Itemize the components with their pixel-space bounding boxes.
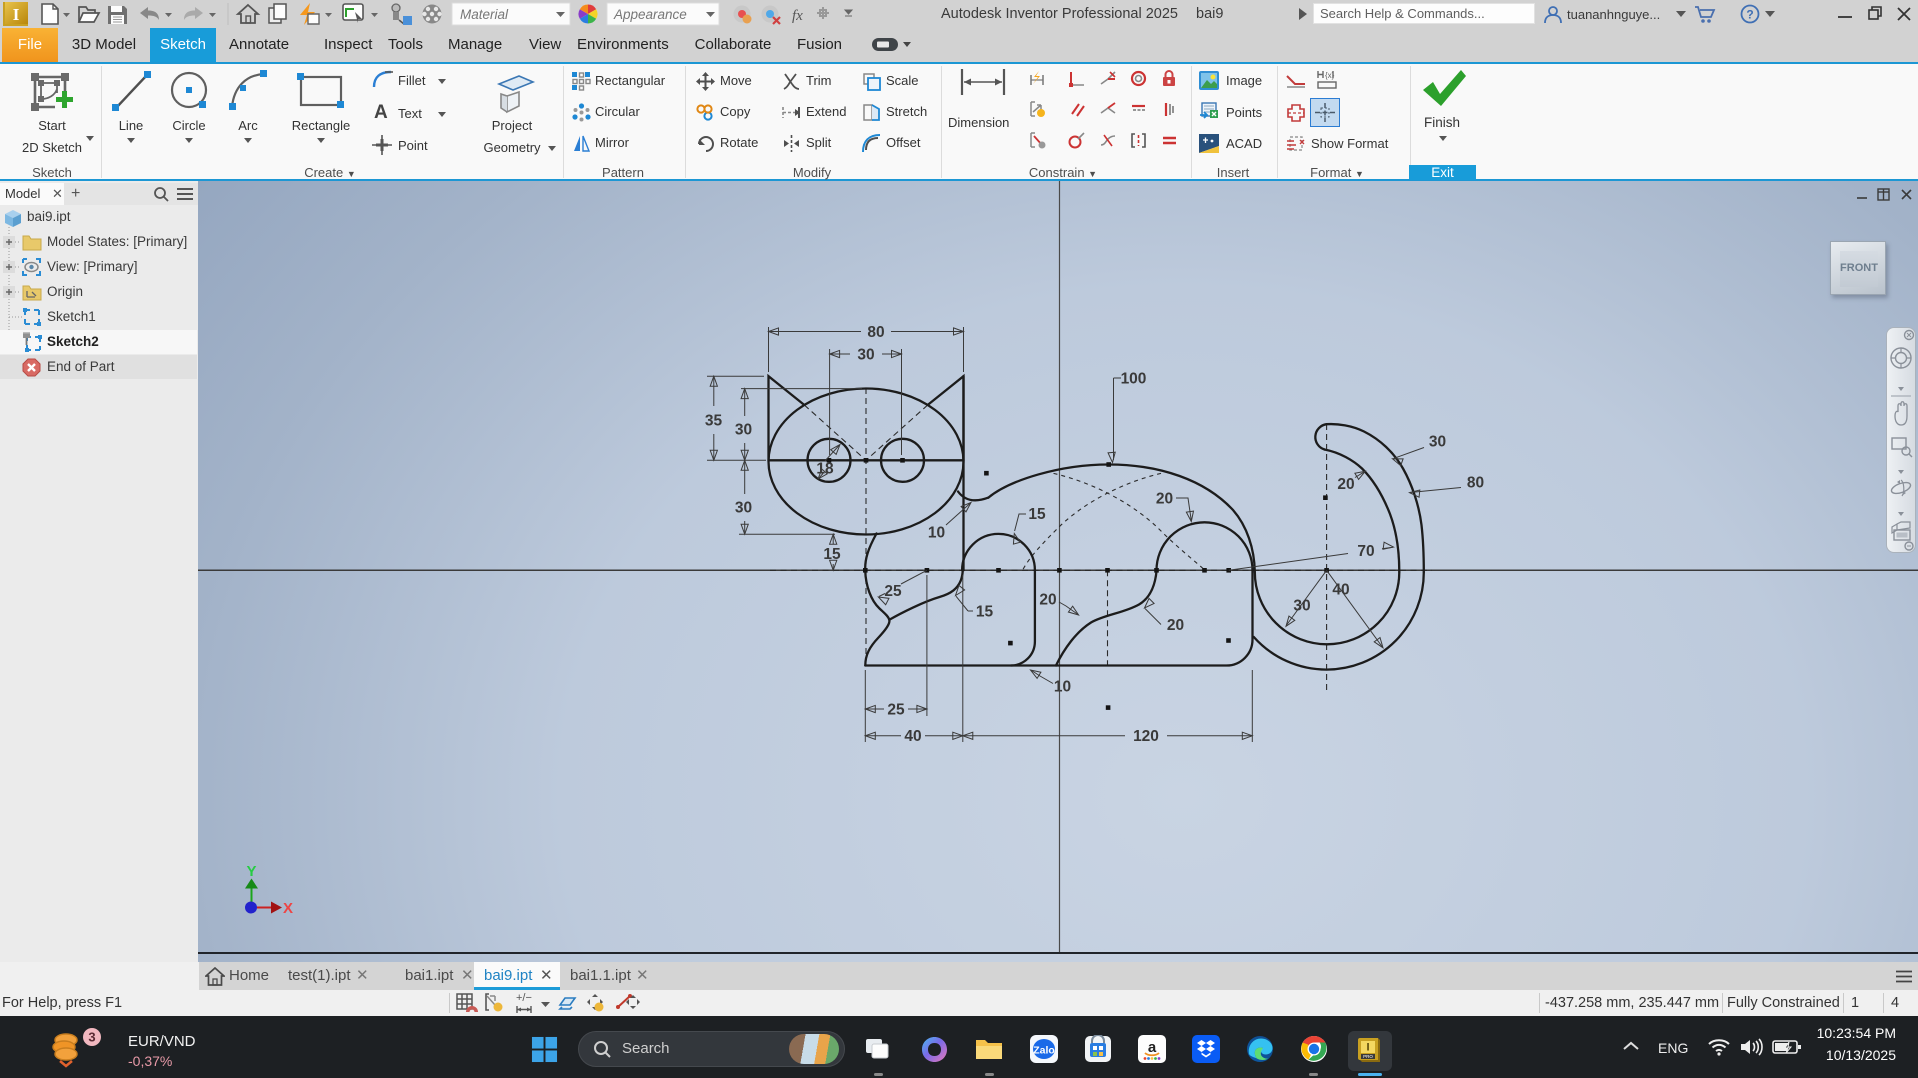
svg-text:Sketch1: Sketch1 [47, 309, 96, 324]
svg-text:25: 25 [884, 583, 902, 600]
svg-text:30: 30 [735, 422, 752, 439]
svg-text:35: 35 [705, 413, 723, 430]
svg-text:25: 25 [887, 702, 905, 719]
svg-text:20: 20 [1039, 592, 1056, 609]
svg-text:Y: Y [246, 863, 256, 880]
svg-text:Model States: [Primary]: Model States: [Primary] [47, 234, 187, 249]
svg-text:View: [Primary]: View: [Primary] [47, 259, 138, 274]
svg-text:?: ? [1746, 8, 1753, 22]
svg-text:20: 20 [1337, 476, 1354, 493]
svg-text:20: 20 [1156, 491, 1173, 508]
svg-text:15: 15 [823, 546, 841, 563]
svg-text:Sketch2: Sketch2 [47, 334, 99, 349]
svg-text:80: 80 [867, 324, 884, 341]
svg-text:10: 10 [928, 525, 945, 542]
svg-text:a: a [1148, 1039, 1157, 1056]
svg-text:80: 80 [1467, 475, 1484, 492]
svg-text:Appearance: Appearance [613, 7, 687, 22]
svg-text:End of Part: End of Part [47, 359, 115, 374]
svg-text:30: 30 [1429, 434, 1446, 451]
svg-text:+/−: +/− [516, 993, 532, 1004]
svg-text:40: 40 [1332, 582, 1349, 599]
svg-text:70: 70 [1357, 543, 1374, 560]
svg-text:15: 15 [976, 604, 994, 621]
svg-text:PRO: PRO [1363, 1054, 1373, 1059]
svg-text:I: I [1366, 1042, 1369, 1054]
svg-text:100: 100 [1121, 371, 1147, 388]
svg-text:Zalo: Zalo [1033, 1045, 1055, 1057]
svg-text:fx: fx [792, 8, 803, 24]
svg-text:30: 30 [1293, 598, 1310, 615]
svg-text:18: 18 [816, 461, 834, 478]
svg-text:Material: Material [460, 7, 509, 22]
svg-text:20: 20 [1167, 617, 1184, 634]
svg-text:30: 30 [857, 347, 874, 364]
svg-text:30: 30 [735, 500, 752, 517]
svg-text:I: I [13, 5, 20, 24]
svg-text:X: X [283, 900, 293, 917]
svg-text:40: 40 [904, 728, 921, 745]
svg-text:120: 120 [1133, 728, 1159, 745]
svg-text:Origin: Origin [47, 284, 83, 299]
svg-text:bai9.ipt: bai9.ipt [27, 209, 71, 224]
svg-text:3: 3 [88, 1030, 95, 1045]
svg-text:15: 15 [1028, 506, 1046, 523]
svg-text:10: 10 [1054, 679, 1071, 696]
